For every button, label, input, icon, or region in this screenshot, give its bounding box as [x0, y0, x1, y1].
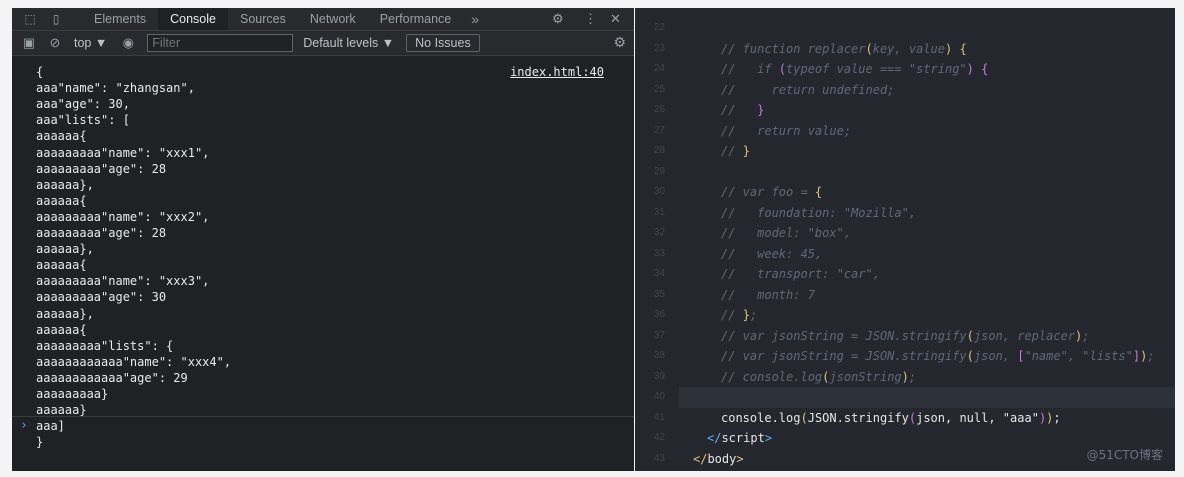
- console-output-line: aaa"name": "zhangsan",: [36, 81, 195, 96]
- code-line[interactable]: // }: [635, 121, 1175, 158]
- console-output-line: aaaaaaaaa"lists": {: [36, 338, 174, 353]
- code-line[interactable]: // console.log(jsonString);: [635, 346, 1175, 384]
- code-line[interactable]: // model: "box",: [635, 203, 1175, 240]
- code-line[interactable]: // return value;: [635, 100, 1175, 138]
- console-output-line: aaaaaaaaa"name": "xxx3",: [36, 274, 210, 289]
- code-line[interactable]: // var jsonString = JSON.stringify(json,…: [635, 326, 1175, 363]
- console-output-line: aaaaaa{: [36, 129, 87, 144]
- console-output-line: aaaaaa{: [36, 258, 87, 273]
- console-output-line: aaaaaa},: [36, 242, 94, 257]
- watermark: @51CTO博客: [1086, 448, 1163, 462]
- code-line[interactable]: // month: 7: [635, 264, 1175, 302]
- console-output-line: aaaaaaaaa}: [36, 387, 109, 401]
- console-output: index.html:40 {aaa"name": "zhangsan", aaa…: [12, 56, 634, 449]
- inspect-element-icon[interactable]: ⬚: [22, 12, 38, 26]
- device-toolbar-icon[interactable]: ▯: [48, 12, 64, 26]
- code-line[interactable]: // };: [635, 285, 1175, 322]
- console-output-line: {: [36, 65, 44, 79]
- code-line[interactable]: // }: [635, 80, 1175, 117]
- issues-button[interactable]: No Issues: [406, 34, 480, 52]
- tab-elements[interactable]: Elements: [82, 8, 158, 30]
- divider: [12, 416, 634, 417]
- close-icon[interactable]: ✕: [610, 8, 621, 30]
- devtools-tab-bar: ⬚ ▯ Elements Console Sources Network Per…: [12, 8, 634, 31]
- console-output-line: aaaaaaaaa"name": "xxx2",: [36, 209, 210, 224]
- tab-console[interactable]: Console: [158, 8, 228, 30]
- tab-network[interactable]: Network: [298, 8, 368, 30]
- gear-icon[interactable]: ⚙: [552, 8, 564, 30]
- filter-input[interactable]: [147, 34, 294, 52]
- tab-performance[interactable]: Performance: [368, 8, 464, 30]
- console-prompt[interactable]: ›: [20, 418, 28, 433]
- code-line[interactable]: // var jsonString = JSON.stringify(json,…: [635, 305, 1175, 343]
- code-line[interactable]: </script>: [635, 408, 1175, 445]
- code-line[interactable]: // foundation: "Mozilla",: [635, 182, 1175, 220]
- code-line[interactable]: // return undefined;: [635, 59, 1175, 97]
- console-toolbar: ▣ ⊘ top ▼ ◉ Default levels ▼ No Issues ⚙: [12, 31, 634, 56]
- console-output-line: aaaaaaaaa"age": 28: [36, 161, 167, 176]
- more-tabs-button[interactable]: »: [463, 11, 487, 27]
- code-line[interactable]: // function replacer(key, value) {: [635, 18, 1175, 56]
- console-output-line: aaaaaaaaa"age": 30: [36, 290, 167, 305]
- source-link[interactable]: index.html:40: [510, 65, 604, 79]
- console-output-line: aaaaaaaaaaaa"age": 29: [36, 370, 188, 385]
- code-line[interactable]: [635, 141, 1175, 162]
- sidebar-toggle-icon[interactable]: ▣: [20, 35, 38, 51]
- console-output-line: aaa"age": 30,: [36, 97, 130, 112]
- console-output-line: }: [36, 435, 44, 450]
- code-line[interactable]: // var foo = {: [635, 162, 1175, 199]
- clear-console-icon[interactable]: ⊘: [46, 35, 64, 51]
- current-code-line[interactable]: console.log(JSON.stringify(json, null, "…: [679, 387, 1175, 425]
- log-levels-select[interactable]: Default levels ▼: [303, 36, 394, 50]
- context-select[interactable]: top ▼: [74, 36, 107, 50]
- console-output-line: aaaaaa},: [36, 177, 94, 192]
- console-output-line: aaaaaa{: [36, 322, 87, 337]
- tab-sources[interactable]: Sources: [228, 8, 298, 30]
- kebab-menu-icon[interactable]: ⋮: [584, 8, 597, 30]
- console-output-line: aaaaaaaaa"age": 28: [36, 226, 167, 240]
- console-output-line: aaaaaaaaa"name": "xxx1",: [36, 145, 210, 160]
- code-line[interactable]: // if (typeof value === "string") {: [635, 39, 1175, 76]
- console-output-line: aaaaaaaaaaaa"name": "xxx4",: [36, 354, 232, 369]
- devtools-panel: ⬚ ▯ Elements Console Sources Network Per…: [12, 8, 634, 471]
- eye-icon[interactable]: ◉: [119, 35, 137, 51]
- code-line[interactable]: // console.log(JSON.stringify({ a: 2 }, …: [635, 367, 1175, 404]
- code-line[interactable]: // week: 45,: [635, 223, 1175, 261]
- console-output-line: aaaaaa},: [36, 306, 94, 321]
- console-output-line: aaaaaa{: [36, 193, 87, 208]
- console-output-line: aaa]: [36, 419, 65, 434]
- code-editor: 22 23 24 25 26 27 28 29 30 31 32 33 34 35 36 37 38 39 40 41…: [635, 8, 1175, 471]
- gear-icon[interactable]: ⚙: [613, 34, 626, 51]
- console-output-line: aaa"lists": [: [36, 113, 130, 128]
- code-line[interactable]: // transport: "car",: [635, 244, 1175, 281]
